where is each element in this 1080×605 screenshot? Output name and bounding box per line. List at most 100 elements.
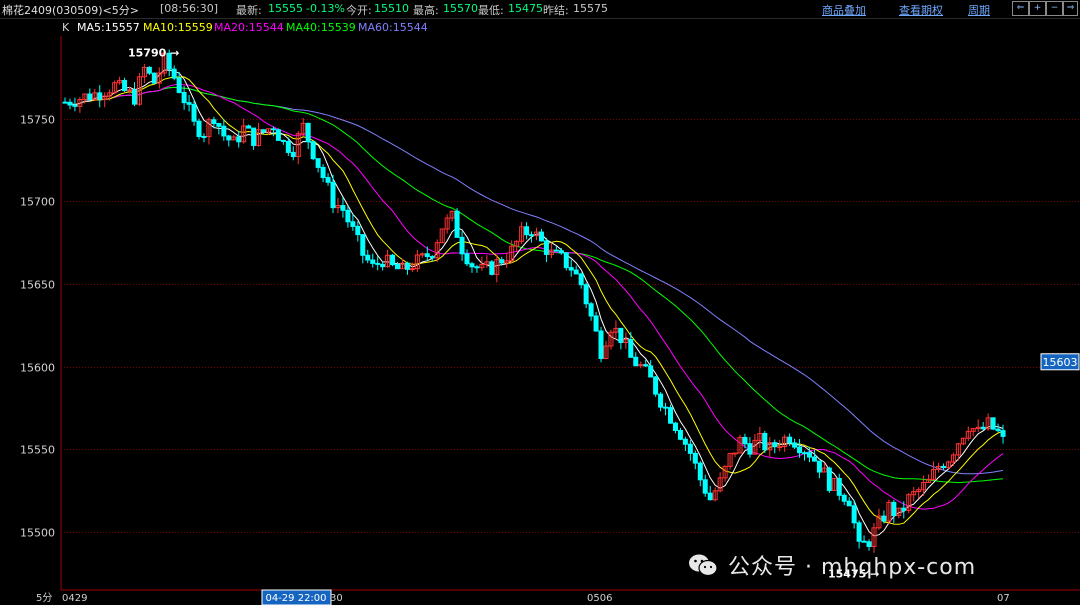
candle (404, 261, 410, 275)
x-tick-label: 0506 (587, 593, 612, 604)
candle (206, 117, 212, 145)
candle (916, 487, 922, 499)
candle (995, 423, 1001, 433)
x-tick-label: 30 (330, 593, 343, 604)
candle (846, 497, 852, 507)
candle-body (806, 452, 812, 458)
candle-body (568, 267, 574, 271)
candle-body (583, 284, 589, 305)
candle-body (131, 89, 137, 105)
candle-body (67, 101, 73, 106)
candle-body (360, 234, 366, 256)
candle (697, 461, 703, 487)
candle-body (201, 135, 207, 138)
candle-body (742, 436, 748, 445)
candle (529, 231, 535, 243)
candle (131, 82, 137, 107)
candle (459, 231, 465, 261)
candle (653, 375, 659, 397)
candle (181, 86, 187, 110)
candle-body (663, 406, 669, 409)
candle (548, 242, 554, 259)
candle-body (702, 479, 708, 494)
candle-body (707, 492, 713, 501)
candle-body (290, 151, 296, 158)
candle-body (995, 428, 1001, 432)
y-tick-label: 15750 (20, 114, 55, 127)
candle (593, 311, 599, 332)
candle-body (841, 494, 847, 502)
candle-body (330, 181, 336, 209)
candle-body (797, 446, 803, 454)
candle-body (697, 462, 703, 481)
candle (568, 259, 574, 277)
candle (881, 510, 887, 524)
candle-body (990, 417, 996, 430)
candle-body (146, 66, 152, 74)
candle (762, 430, 768, 453)
cursor-time-label: 04-29 22:00 (265, 593, 326, 604)
candle (141, 64, 147, 84)
candle-body (280, 139, 286, 142)
candle (504, 253, 510, 269)
candle (836, 473, 842, 501)
candle (702, 474, 708, 497)
candle (543, 237, 549, 263)
candle (251, 127, 257, 150)
candle-body (62, 101, 68, 104)
candle-body (251, 127, 257, 146)
candle (171, 65, 177, 81)
candle-body (856, 522, 862, 542)
candle (146, 66, 152, 76)
ma20-line (64, 83, 1004, 510)
candle-body (524, 226, 530, 236)
candle (464, 249, 470, 267)
candle-body (618, 327, 624, 343)
candle (802, 450, 808, 461)
candle-body (275, 129, 281, 141)
candle-body (881, 515, 887, 522)
candle (524, 222, 530, 240)
candle (717, 472, 723, 493)
candle (474, 264, 480, 273)
candle-body (687, 443, 693, 454)
candle (305, 122, 311, 149)
candle (727, 452, 733, 470)
candle (816, 460, 822, 479)
candle-body (732, 452, 738, 455)
candle (613, 320, 619, 340)
candle (638, 361, 644, 369)
candle-body (573, 269, 579, 275)
y-tick-label: 15500 (20, 527, 55, 540)
candle (395, 261, 401, 270)
candle (747, 437, 753, 458)
candle (102, 92, 108, 108)
candle (424, 246, 430, 262)
candle (563, 252, 569, 271)
candle-body (772, 442, 778, 448)
chart-overlay: 15790 →15475 →156030429 30 0506 075分 04-29 2… (36, 47, 1080, 605)
candlestick-chart[interactable]: 15500 15550 15600 15650 15700 15750 15790 → 15… (0, 0, 1080, 605)
candle-body (633, 356, 639, 367)
wechat-icon (688, 552, 718, 578)
candle (608, 329, 614, 350)
candle (320, 164, 326, 183)
candle (275, 128, 281, 141)
candle (658, 391, 664, 412)
candle (980, 422, 986, 430)
candle (856, 520, 862, 549)
candle-body (836, 477, 842, 496)
candle-body (891, 501, 897, 517)
candle-body (350, 221, 356, 227)
candle (375, 256, 381, 271)
candle (385, 249, 391, 268)
candle-body (181, 91, 187, 104)
candle (77, 97, 83, 113)
candle-body (261, 129, 267, 133)
candle (841, 493, 847, 506)
candle (186, 94, 192, 112)
candle (826, 466, 832, 493)
candle-body (186, 102, 192, 105)
candle (350, 214, 356, 231)
candle-body (97, 92, 103, 100)
